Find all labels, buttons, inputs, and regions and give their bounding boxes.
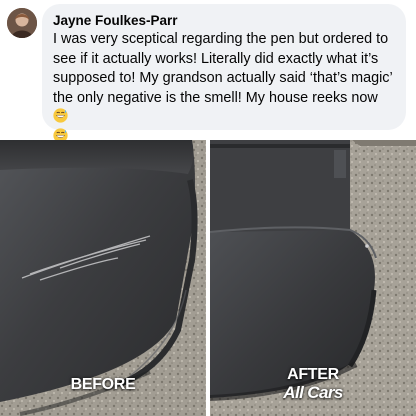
avatar[interactable] <box>7 8 37 38</box>
brand-label: All Cars <box>283 383 343 402</box>
before-after-photos: BEFORE AFTER All Cars <box>0 140 416 416</box>
before-label: BEFORE <box>70 376 136 393</box>
before-photo[interactable]: BEFORE <box>0 140 206 416</box>
author-name[interactable]: Jayne Foulkes-Parr <box>53 12 395 29</box>
after-photo[interactable]: AFTER All Cars <box>210 140 416 416</box>
grinning-sweat-emoji-icon <box>53 108 68 123</box>
after-label: AFTER All Cars <box>210 366 416 402</box>
after-label-text: AFTER <box>287 366 339 383</box>
comment-bubble: Jayne Foulkes-Parr I was very sceptical … <box>42 4 406 143</box>
review-comment: Jayne Foulkes-Parr I was very sceptical … <box>0 0 416 143</box>
comment-body: I was very sceptical regarding the pen b… <box>53 31 393 106</box>
comment-text: I was very sceptical regarding the pen b… <box>53 30 395 148</box>
